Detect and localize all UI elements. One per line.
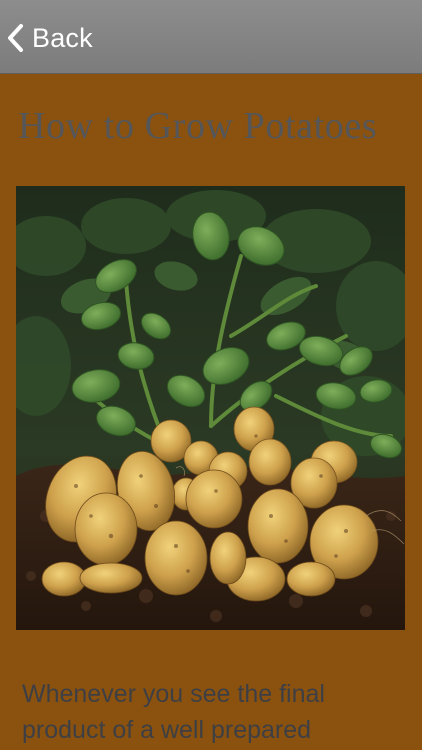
article-body-text: Whenever you see the final product of a … — [22, 680, 325, 744]
back-label: Back — [32, 22, 93, 53]
page-title: How to Grow Potatoes — [18, 105, 378, 147]
back-button[interactable]: Back — [6, 18, 93, 58]
chevron-left-icon — [6, 23, 24, 53]
navigation-bar: Back — [0, 0, 422, 74]
potato-harvest-image — [16, 186, 405, 630]
